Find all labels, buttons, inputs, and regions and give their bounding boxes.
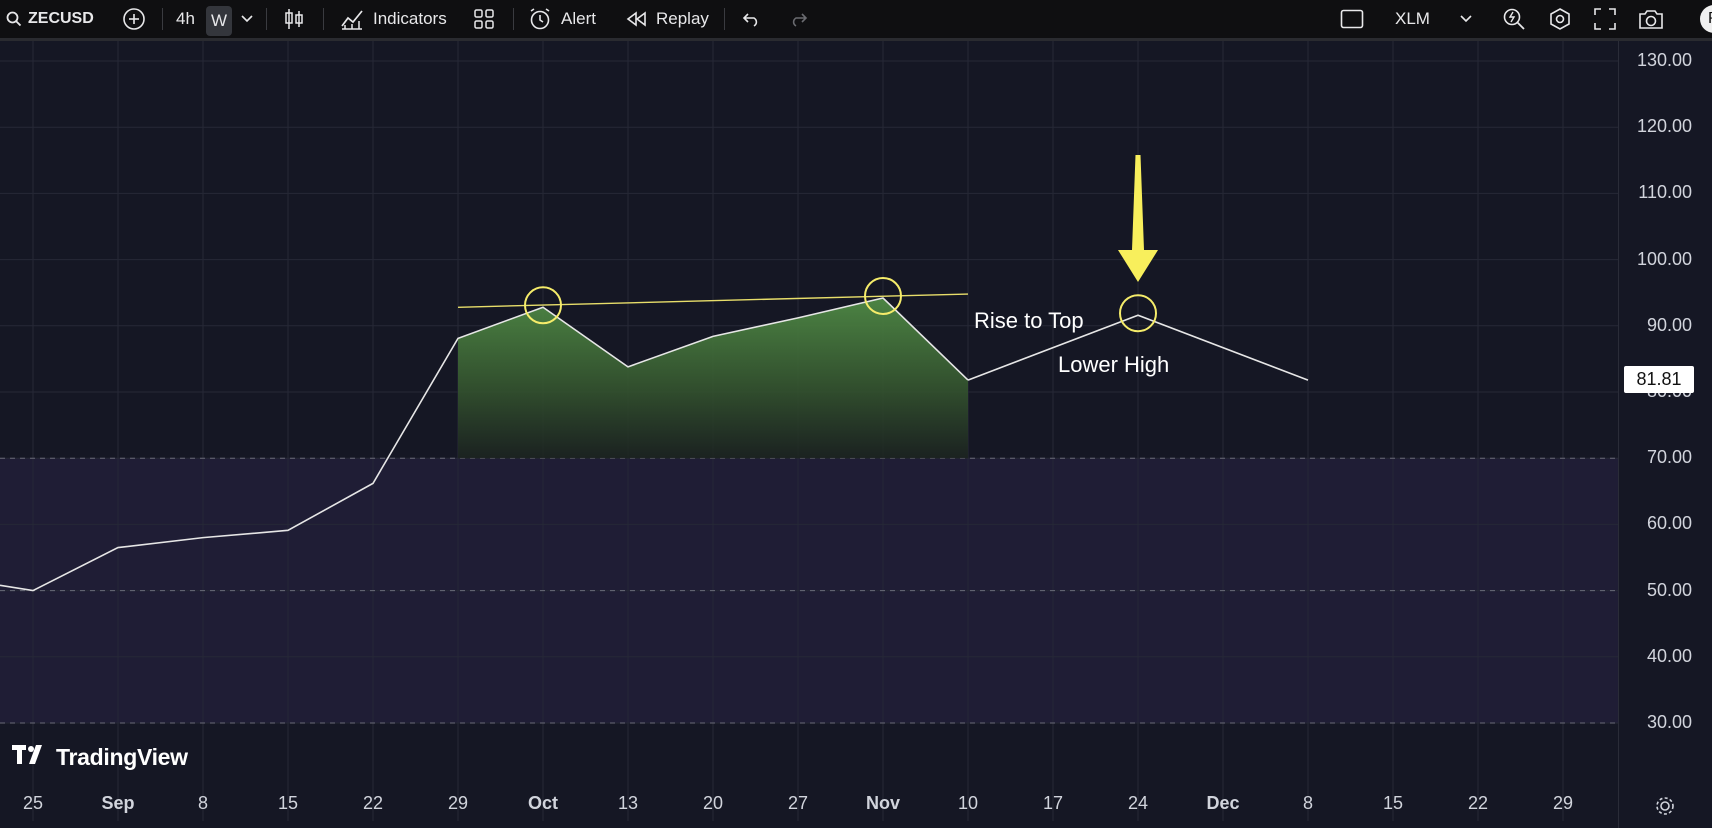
indicators-icon xyxy=(340,8,364,30)
tv-logo-icon xyxy=(12,744,48,771)
time-axis-label: 27 xyxy=(787,793,809,813)
hexagon-settings-icon xyxy=(1548,7,1572,31)
square-icon xyxy=(1340,9,1364,29)
interval-4h-button[interactable]: 4h xyxy=(176,0,195,38)
time-axis-label: 13 xyxy=(617,793,639,813)
chevron-down-icon xyxy=(241,15,253,23)
snapshot-button[interactable] xyxy=(1638,0,1664,38)
compare-symbol-dropdown[interactable] xyxy=(1460,0,1472,38)
top-toolbar: ZECUSD 4h W Indicators Alert Replay XLM xyxy=(0,0,1712,41)
down-arrow-icon xyxy=(1118,155,1158,282)
time-axis-label: 10 xyxy=(957,793,979,813)
fullscreen-button[interactable] xyxy=(1594,0,1616,38)
fullscreen-layout-button[interactable] xyxy=(1340,0,1364,38)
time-axis-label: 20 xyxy=(702,793,724,813)
time-axis-label: 15 xyxy=(277,793,299,813)
layouts-button[interactable] xyxy=(474,0,494,38)
price-axis-label: 50.00 xyxy=(1646,579,1692,600)
undo-icon xyxy=(742,11,762,27)
price-axis-label: 70.00 xyxy=(1646,447,1692,468)
search-lightning-icon xyxy=(1502,7,1526,31)
time-axis-label: 8 xyxy=(1302,793,1314,813)
alarm-clock-icon xyxy=(528,7,552,31)
compare-symbol-label: XLM xyxy=(1395,9,1430,28)
replay-button[interactable]: Replay xyxy=(625,0,709,38)
toolbar-divider xyxy=(513,8,514,30)
current-price-value: 81.81 xyxy=(1636,369,1682,389)
symbol-search[interactable]: ZECUSD xyxy=(6,0,94,38)
toolbar-divider xyxy=(266,8,267,30)
price-axis-label: 110.00 xyxy=(1638,182,1692,203)
chevron-down-icon xyxy=(1460,15,1472,23)
fullscreen-icon xyxy=(1594,8,1616,30)
alert-label: Alert xyxy=(561,9,596,28)
symbol-label: ZECUSD xyxy=(28,10,94,27)
chart-settings-button[interactable] xyxy=(1654,795,1676,822)
replay-label: Replay xyxy=(656,9,709,28)
compare-add-button[interactable] xyxy=(122,0,146,38)
price-axis-label: 90.00 xyxy=(1646,314,1692,335)
price-axis-label: 30.00 xyxy=(1646,712,1692,732)
annotation-lower-high: Lower High xyxy=(1058,352,1170,377)
interval-label: 4h xyxy=(176,9,195,28)
interval-dropdown[interactable] xyxy=(241,0,253,38)
time-axis-label: Dec xyxy=(1206,793,1240,813)
annotation-rise-to-top: Rise to Top xyxy=(974,308,1084,333)
toolbar-divider xyxy=(162,8,163,30)
rewind-icon xyxy=(625,11,647,27)
time-axis-label: 15 xyxy=(1382,793,1404,813)
time-axis-label: 25 xyxy=(22,793,44,813)
indicators-button[interactable]: Indicators xyxy=(340,0,447,38)
current-price-badge: 81.81 xyxy=(1624,366,1694,393)
time-axis-label: 24 xyxy=(1127,793,1149,813)
price-axis-label: 130.00 xyxy=(1636,50,1692,70)
chart-type-button[interactable] xyxy=(284,0,304,38)
plus-circle-icon xyxy=(122,7,146,31)
quick-search-button[interactable] xyxy=(1502,0,1526,38)
settings-button[interactable] xyxy=(1548,0,1572,38)
tradingview-wordmark: TradingView xyxy=(56,744,188,770)
compare-symbol-button[interactable]: XLM xyxy=(1395,0,1430,38)
undo-button[interactable] xyxy=(742,0,762,38)
redo-button[interactable] xyxy=(788,0,808,38)
publish-label: Pu xyxy=(1708,10,1712,28)
time-axis-label: 29 xyxy=(447,793,469,813)
price-axis-label: 60.00 xyxy=(1646,513,1692,534)
time-axis-label: Nov xyxy=(865,793,901,813)
camera-icon xyxy=(1638,8,1664,30)
toolbar-divider xyxy=(724,8,725,30)
price-axis-label: 100.00 xyxy=(1636,248,1692,269)
time-axis-label: 8 xyxy=(197,793,209,813)
price-axis-label: 120.00 xyxy=(1636,116,1692,137)
alert-button[interactable]: Alert xyxy=(528,0,596,38)
tradingview-logo[interactable]: TradingView xyxy=(12,744,188,771)
arrow-shape xyxy=(1118,155,1158,282)
active-interval-label: W xyxy=(206,6,233,36)
time-axis-label: 22 xyxy=(362,793,384,813)
time-axis-label: 29 xyxy=(1552,793,1574,813)
indicators-label: Indicators xyxy=(373,9,447,28)
gear-icon xyxy=(1654,797,1676,821)
time-axis-label: 22 xyxy=(1467,793,1489,813)
candlestick-icon xyxy=(284,8,304,30)
grid-icon xyxy=(474,9,494,29)
price-axis-border xyxy=(1618,41,1619,828)
price-axis-label: 40.00 xyxy=(1646,645,1692,666)
toolbar-divider xyxy=(323,8,324,30)
time-axis-label: 17 xyxy=(1042,793,1064,813)
publish-button[interactable]: Pu xyxy=(1700,5,1712,33)
price-chart[interactable] xyxy=(0,41,1712,828)
interval-w-button[interactable]: W xyxy=(206,0,233,38)
time-axis-label: Sep xyxy=(101,793,135,813)
redo-icon xyxy=(788,11,808,27)
search-icon xyxy=(6,11,22,27)
time-axis-label: Oct xyxy=(527,793,559,813)
